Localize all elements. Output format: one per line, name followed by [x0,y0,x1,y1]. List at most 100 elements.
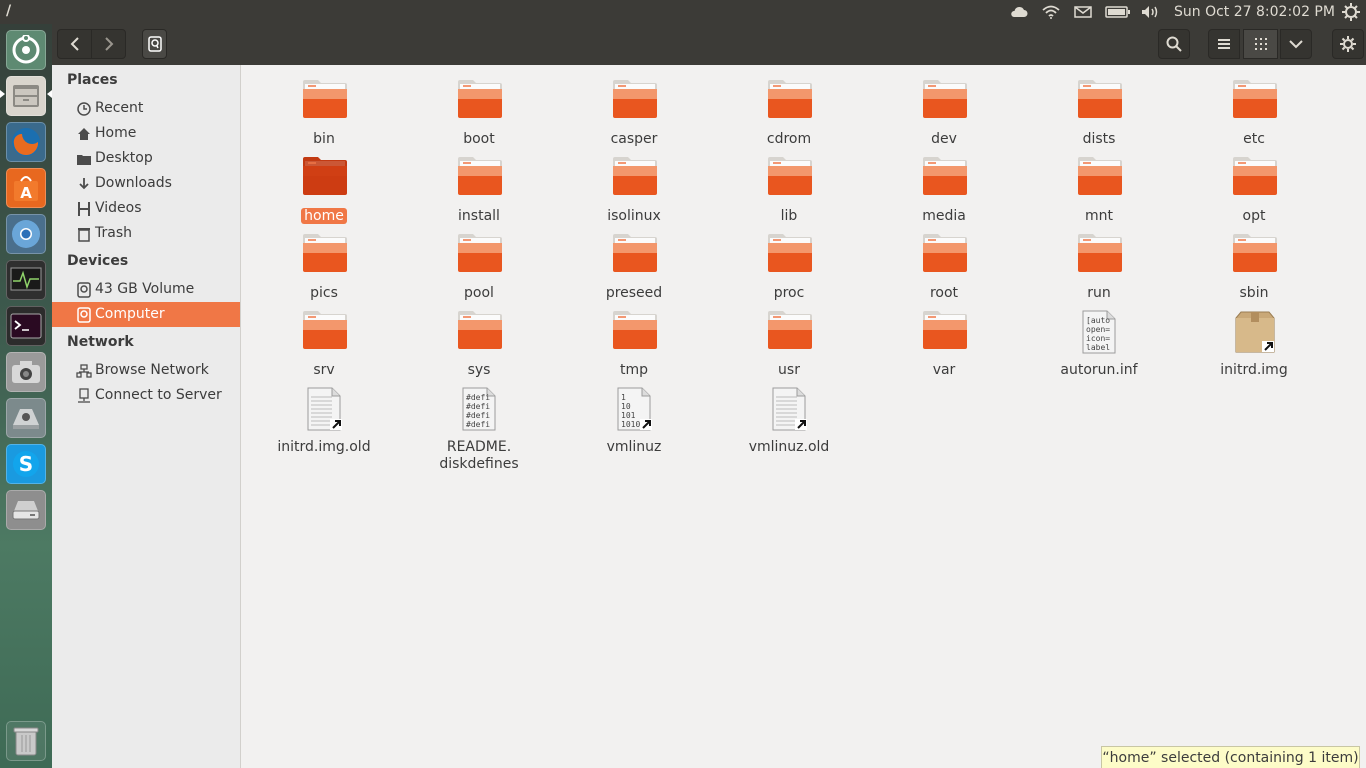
sidebar-item-browse-network[interactable]: Browse Network [52,358,240,383]
folder-icon [1232,156,1277,200]
folder-icon [922,156,967,200]
back-button[interactable] [57,29,92,59]
clock-time[interactable]: 8:02:02 PM [1256,4,1335,20]
folder-icon [302,310,347,354]
sidebar-item-videos[interactable]: Videos [52,196,240,221]
file-name: etc [1243,131,1265,147]
dash-home-icon[interactable] [6,30,46,70]
sidebar: Places Recent Home Desktop Downloads Vid… [52,65,241,768]
file-name-line: diskdefines [439,456,519,472]
places-heading: Places [67,72,118,88]
software-center-icon[interactable]: A [6,168,46,208]
file-name: pics [310,285,338,301]
sidebar-item-home[interactable]: Home [52,121,240,146]
folder-icon [922,79,967,123]
file-name: lib [780,208,798,224]
file-name: preseed [605,285,663,301]
battery-icon[interactable] [1104,0,1132,24]
gear-icon [1340,36,1356,52]
file-grid: bin boot casper cdrom dev dists etc home… [242,65,1366,768]
skype-icon[interactable]: S [6,444,46,484]
sidebar-item-trash[interactable]: Trash [52,221,240,246]
download-icon [76,176,92,192]
file-name: run [1087,285,1111,301]
sidebar-item-desktop[interactable]: Desktop [52,146,240,171]
mail-icon[interactable] [1072,0,1094,24]
text-file-icon: [auto open= icon= label [1077,310,1121,354]
folder-icon [1232,233,1277,277]
settings-button[interactable] [1332,29,1364,59]
path-computer-button[interactable] [142,29,167,59]
list-view-button[interactable] [1208,29,1240,59]
network-icon [76,363,92,379]
folder-icon [1077,79,1122,123]
file-name: tmp [619,362,648,378]
system-gear-icon[interactable] [1340,0,1362,24]
file-name: vmlinuz.old [748,439,830,455]
grid-view-button[interactable] [1243,29,1278,59]
sidebar-item-computer[interactable]: Computer [52,302,240,327]
sidebar-item-43gb-volume[interactable]: 43 GB Volume [52,277,240,302]
folder-icon [76,151,92,167]
file-link-icon [302,387,346,431]
drive-icon [76,282,92,298]
text-file-icon: #defi #defi #defi #defi [457,387,501,431]
svg-text:#defi: #defi [466,420,490,429]
svg-text:101: 101 [621,411,636,420]
volume-icon[interactable] [1140,0,1162,24]
installer-icon[interactable] [6,398,46,438]
binary-file-icon: 1 10 101 1010 [612,387,656,431]
file-name: autorun.inf [1060,362,1138,378]
running-indicator [0,90,5,98]
svg-text:#defi: #defi [466,411,490,420]
sidebar-item-label: Connect to Server [95,387,222,403]
wifi-icon[interactable] [1040,0,1062,24]
folder-icon [457,310,502,354]
file-name: srv [313,362,335,378]
folder-icon [767,310,812,354]
sidebar-item-label: Computer [95,306,165,322]
cloud-icon[interactable] [1008,0,1030,24]
folder-icon [922,233,967,277]
trash-icon [76,226,92,242]
svg-text:[auto: [auto [1086,316,1110,325]
window-title: / [6,3,12,19]
file-name: install [458,208,500,224]
server-icon [76,388,92,404]
sidebar-item-label: Recent [95,100,144,116]
sidebar-item-label: Desktop [95,150,153,166]
files-icon[interactable] [6,76,46,116]
devices-heading: Devices [67,253,129,269]
clock-icon [76,101,92,117]
folder-icon [612,156,657,200]
sidebar-item-downloads[interactable]: Downloads [52,171,240,196]
camera-icon[interactable] [6,352,46,392]
svg-text:icon=: icon= [1086,334,1110,343]
file-name: dists [1082,131,1116,147]
sidebar-item-recent[interactable]: Recent [52,96,240,121]
sidebar-item-label: Trash [95,225,132,241]
forward-button[interactable] [91,29,126,59]
top-panel: / Sun Oct 27 8:02:02 PM [0,0,1366,24]
clock-date[interactable]: Sun Oct 27 [1174,4,1252,20]
trash-icon[interactable] [6,721,46,761]
folder-icon [612,79,657,123]
sidebar-item-label: Home [95,125,137,141]
chromium-icon[interactable] [6,214,46,254]
svg-text:S: S [19,452,33,476]
folder-icon [767,79,812,123]
selected-file-name: home [301,208,347,224]
terminal-icon[interactable] [6,306,46,346]
system-monitor-icon[interactable] [6,260,46,300]
file-name: vmlinuz [606,439,662,455]
firefox-icon[interactable] [6,122,46,162]
file-name: boot [463,131,495,147]
view-options-button[interactable] [1280,29,1312,59]
network-heading: Network [67,334,134,350]
file-name: media [922,208,966,224]
drive-icon[interactable] [6,490,46,530]
search-button[interactable] [1158,29,1190,59]
search-icon [1166,36,1182,52]
file-name: proc [773,285,805,301]
sidebar-item-connect-to-server[interactable]: Connect to Server [52,383,240,408]
